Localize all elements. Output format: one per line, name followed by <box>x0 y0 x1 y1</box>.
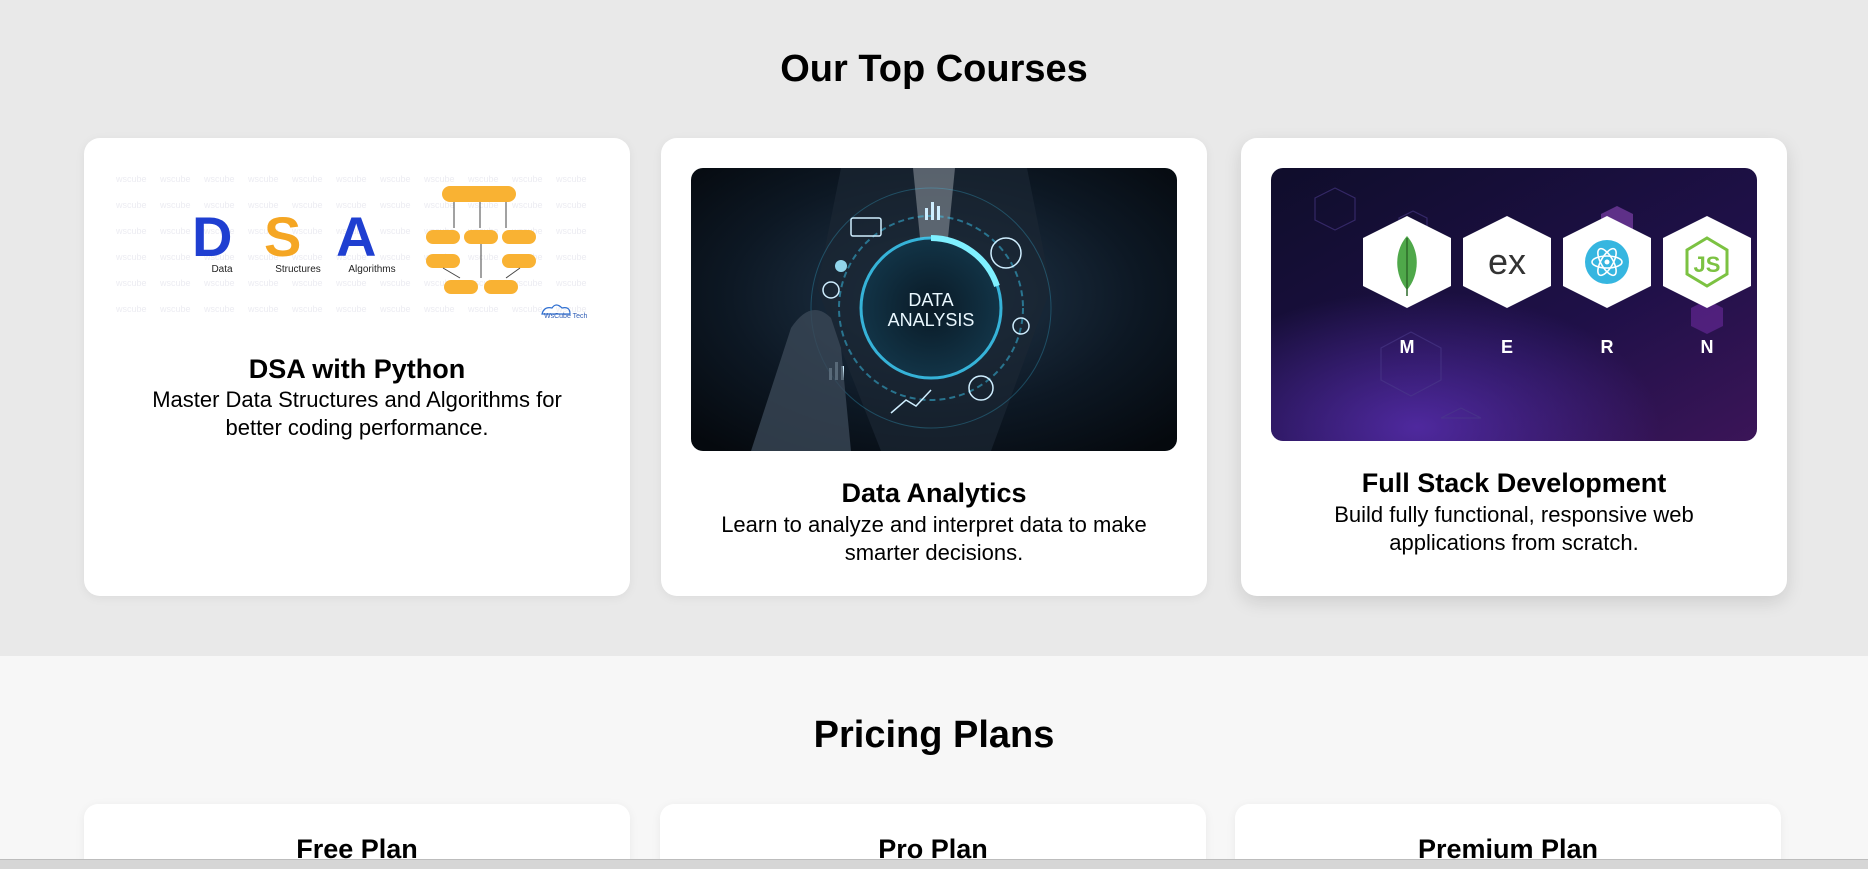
course-card-full-stack[interactable]: ex JS M E R N Full Stack Development Bui… <box>1241 138 1787 596</box>
react-atom-icon <box>1585 240 1629 284</box>
section-title: Our Top Courses <box>780 48 1088 90</box>
course-description: Build fully functional, responsive web a… <box>1334 502 1694 555</box>
data-analysis-text-2: ANALYSIS <box>888 310 975 330</box>
mern-label-r: R <box>1601 337 1614 357</box>
course-description: Master Data Structures and Algorithms fo… <box>152 387 562 440</box>
dsa-caption-data: Data <box>211 264 233 275</box>
dsa-letter-d: D <box>192 205 232 268</box>
dsa-image: wscube D S A Data Structures Algorithms <box>114 168 600 328</box>
course-card-data-analytics[interactable]: DATA ANALYSIS Data Analytics Learn to an… <box>661 138 1207 596</box>
section-title: Pricing Plans <box>813 714 1055 756</box>
express-icon: ex <box>1488 241 1526 282</box>
course-title: DSA with Python <box>248 354 466 384</box>
course-card-dsa[interactable]: wscube D S A Data Structures Algorithms <box>84 138 630 596</box>
dsa-caption-algorithms: Algorithms <box>348 264 395 275</box>
mern-label-m: M <box>1400 337 1415 357</box>
dsa-caption-structures: Structures <box>275 264 321 275</box>
courses-section: Our Top Courses wscube D S A Data Struct… <box>0 0 1868 656</box>
horizontal-scrollbar[interactable] <box>0 859 1868 869</box>
mern-stack-image: ex JS M E R N <box>1271 168 1757 441</box>
wscube-logo-text: WsCube Tech <box>544 313 588 320</box>
data-analysis-image: DATA ANALYSIS <box>691 168 1177 451</box>
dsa-letter-s: S <box>264 205 301 268</box>
svg-text:JS: JS <box>1694 252 1721 277</box>
course-title: Data Analytics <box>841 478 1027 508</box>
course-title: Full Stack Development <box>1361 468 1667 498</box>
mern-label-n: N <box>1701 337 1714 357</box>
course-description: Learn to analyze and interpret data to m… <box>721 512 1147 565</box>
dsa-letter-a: A <box>336 205 376 268</box>
data-analysis-text-1: DATA <box>908 290 953 310</box>
mern-label-e: E <box>1501 337 1513 357</box>
